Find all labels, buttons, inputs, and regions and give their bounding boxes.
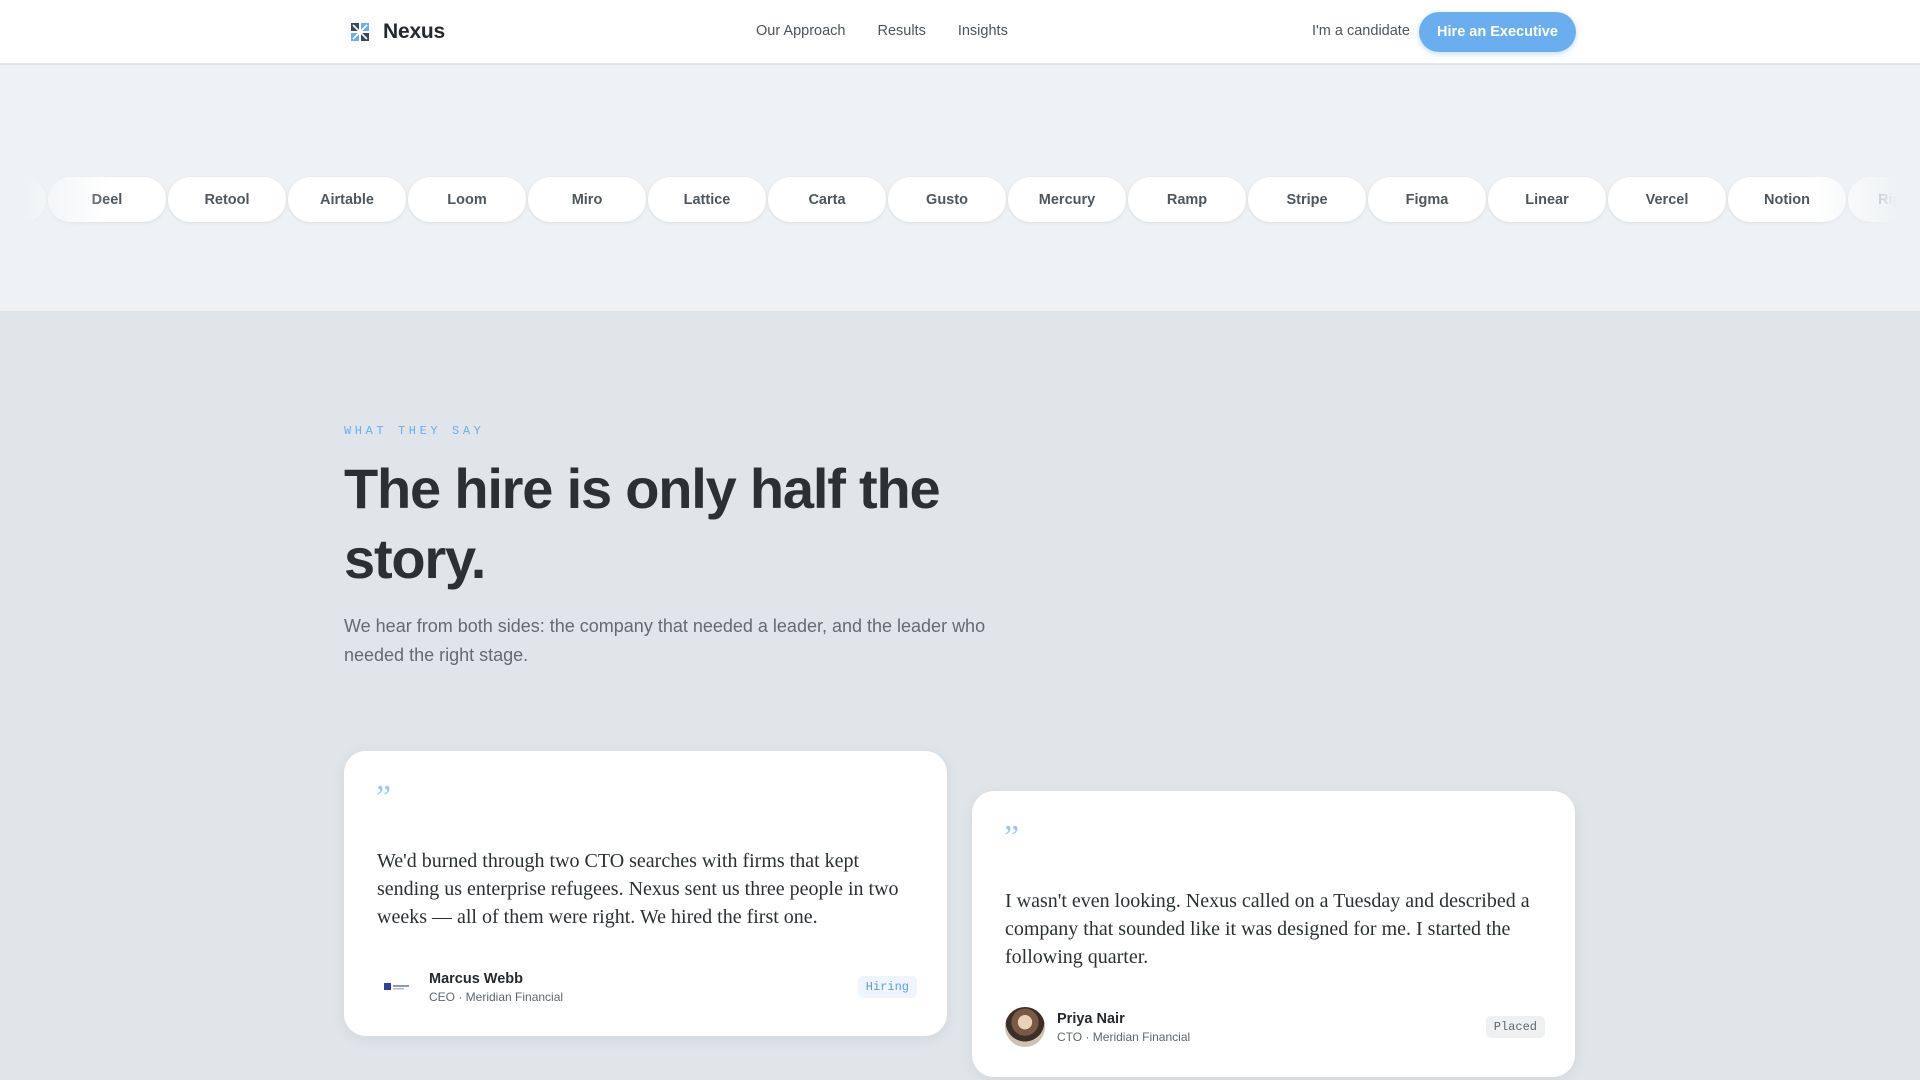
logo-row: Deel Retool Airtable Loom Miro Lattice C…	[0, 177, 1920, 222]
hire-executive-button[interactable]: Hire an Executive	[1419, 12, 1576, 52]
logo-pill-deel: Deel	[48, 177, 166, 222]
testimonial-card: ” We'd burned through two CTO searches w…	[344, 751, 947, 1036]
quote-mark-icon: ”	[1004, 819, 1020, 856]
author-info: Marcus Webb CEO · Meridian Financial	[429, 971, 563, 1004]
logo-pill-stripe: Stripe	[1248, 177, 1366, 222]
logo-pill-retool: Retool	[168, 177, 286, 222]
quote-mark-icon: ”	[376, 779, 392, 816]
meridian-logo-icon	[377, 967, 417, 1007]
brand[interactable]: Nexus	[351, 19, 445, 45]
logo-pill-vercel: Vercel	[1608, 177, 1726, 222]
brand-name: Nexus	[383, 20, 446, 43]
nav-link-our-approach[interactable]: Our Approach	[756, 23, 845, 39]
section-headline: The hire is only half the story.	[344, 457, 941, 590]
author-role: CEO · Meridian Financial	[429, 989, 564, 1004]
logo-pill-ramp: Ramp	[1128, 177, 1246, 222]
logo-pill-figma: Figma	[1368, 177, 1486, 222]
nexus-grid-logo-icon	[351, 23, 369, 41]
nav-link-results[interactable]: Results	[877, 23, 925, 39]
section-subhead: We hear from both sides: the company tha…	[344, 616, 986, 665]
logo-pill-carta: Carta	[768, 177, 886, 222]
client-logo-strip: Deel Retool Airtable Loom Miro Lattice C…	[0, 65, 1920, 311]
main-nav: Our Approach Results Insights	[756, 23, 1008, 39]
testimonial-author: Priya Nair CTO · Meridian Financial Plac…	[1005, 1007, 1545, 1047]
testimonial-quote: We'd burned through two CTO searches wit…	[377, 850, 899, 928]
author-role: CTO · Meridian Financial	[1057, 1029, 1191, 1044]
logo-pill-rippling: Rippling	[1848, 177, 1920, 222]
nav-link-insights[interactable]: Insights	[958, 23, 1008, 39]
author-info: Priya Nair CTO · Meridian Financial	[1057, 1011, 1190, 1044]
logo-pill	[0, 177, 46, 222]
testimonial-card: ” I wasn't even looking. Nexus called on…	[972, 791, 1575, 1077]
author-name: Marcus Webb	[429, 970, 524, 987]
testimonial-quote: I wasn't even looking. Nexus called on a…	[1005, 890, 1530, 968]
candidate-link[interactable]: I'm a candidate	[1312, 23, 1410, 39]
author-name: Priya Nair	[1057, 1010, 1125, 1027]
status-badge: Hiring	[857, 976, 917, 998]
logo-pill-gusto: Gusto	[888, 177, 1006, 222]
avatar	[1005, 1007, 1045, 1047]
status-badge: Placed	[1485, 1016, 1545, 1038]
logo-pill-mercury: Mercury	[1008, 177, 1126, 222]
logo-pill-airtable: Airtable	[288, 177, 406, 222]
logo-pill-miro: Miro	[528, 177, 646, 222]
logo-pill-linear: Linear	[1488, 177, 1606, 222]
logo-pill-notion: Notion	[1728, 177, 1846, 222]
section-eyebrow: WHAT THEY SAY	[344, 424, 485, 438]
logo-pill-lattice: Lattice	[648, 177, 766, 222]
logo-pill-loom: Loom	[408, 177, 526, 222]
site-header: Nexus Our Approach Results Insights I'm …	[0, 0, 1920, 64]
testimonial-author: Marcus Webb CEO · Meridian Financial Hir…	[377, 967, 917, 1007]
